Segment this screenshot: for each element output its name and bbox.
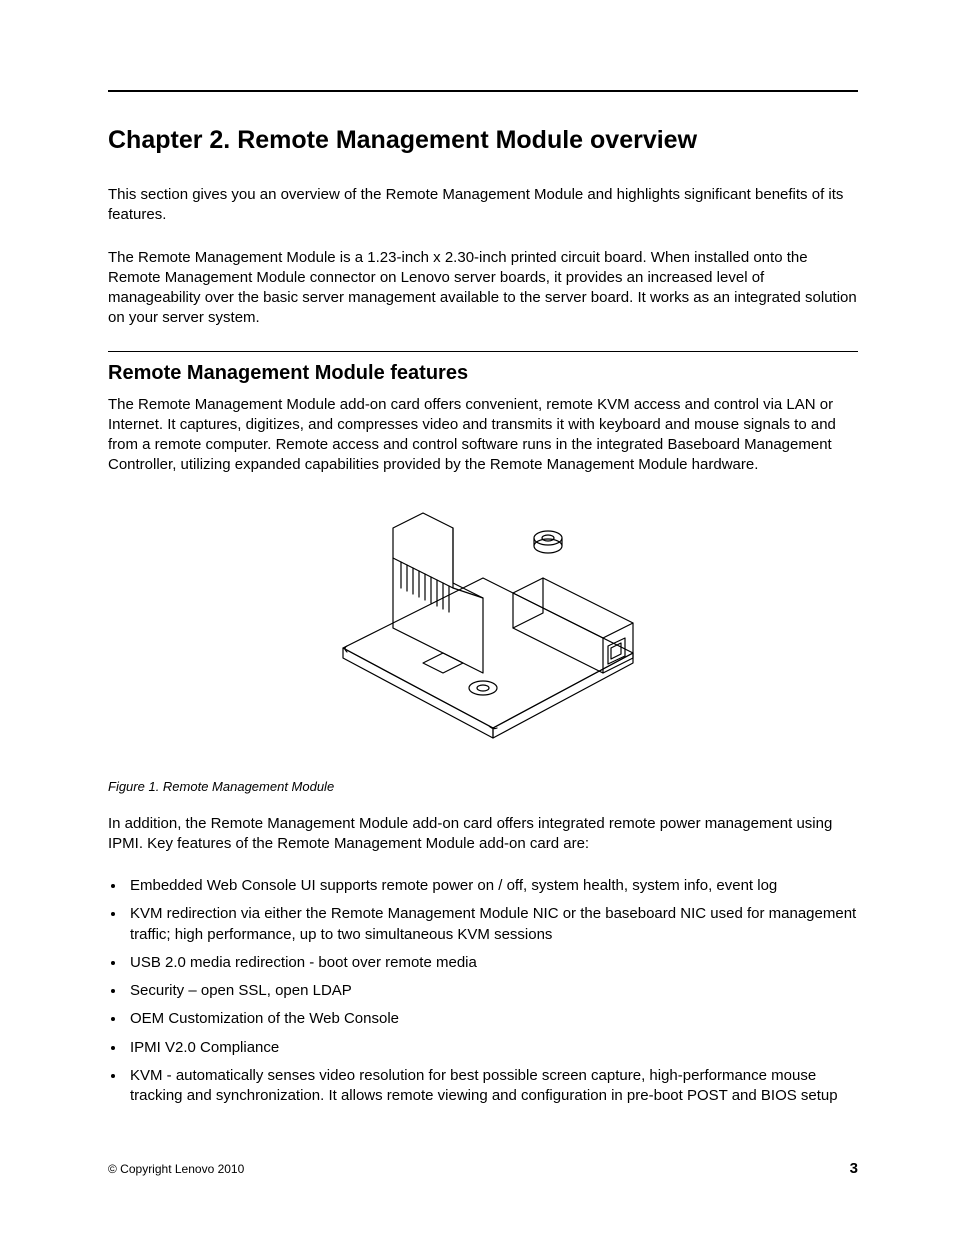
copyright-text: © Copyright Lenovo 2010 xyxy=(108,1162,244,1176)
document-page: Chapter 2. Remote Management Module over… xyxy=(0,0,954,1235)
list-item: IPMI V2.0 Compliance xyxy=(126,1038,858,1058)
section-paragraph-2: In addition, the Remote Management Modul… xyxy=(108,814,858,855)
module-illustration xyxy=(303,498,663,758)
list-item: OEM Customization of the Web Console xyxy=(126,1009,858,1029)
list-item: Embedded Web Console UI supports remote … xyxy=(126,876,858,896)
page-footer: © Copyright Lenovo 2010 3 xyxy=(108,1160,858,1177)
list-item: Security – open SSL, open LDAP xyxy=(126,981,858,1001)
figure-caption: Figure 1. Remote Management Module xyxy=(108,779,858,794)
intro-paragraph-1: This section gives you an overview of th… xyxy=(108,185,858,226)
feature-bullet-list: Embedded Web Console UI supports remote … xyxy=(108,876,858,1106)
section-heading: Remote Management Module features xyxy=(108,362,858,385)
list-item: KVM redirection via either the Remote Ma… xyxy=(126,904,858,945)
section-horizontal-rule xyxy=(108,351,858,352)
list-item: USB 2.0 media redirection - boot over re… xyxy=(126,953,858,973)
section-paragraph-1: The Remote Management Module add-on card… xyxy=(108,395,858,476)
page-number: 3 xyxy=(850,1160,858,1177)
chapter-title: Chapter 2. Remote Management Module over… xyxy=(108,126,858,155)
figure-container xyxy=(108,498,858,763)
intro-paragraph-2: The Remote Management Module is a 1.23-i… xyxy=(108,248,858,329)
list-item: KVM - automatically senses video resolut… xyxy=(126,1066,858,1107)
top-horizontal-rule xyxy=(108,90,858,92)
